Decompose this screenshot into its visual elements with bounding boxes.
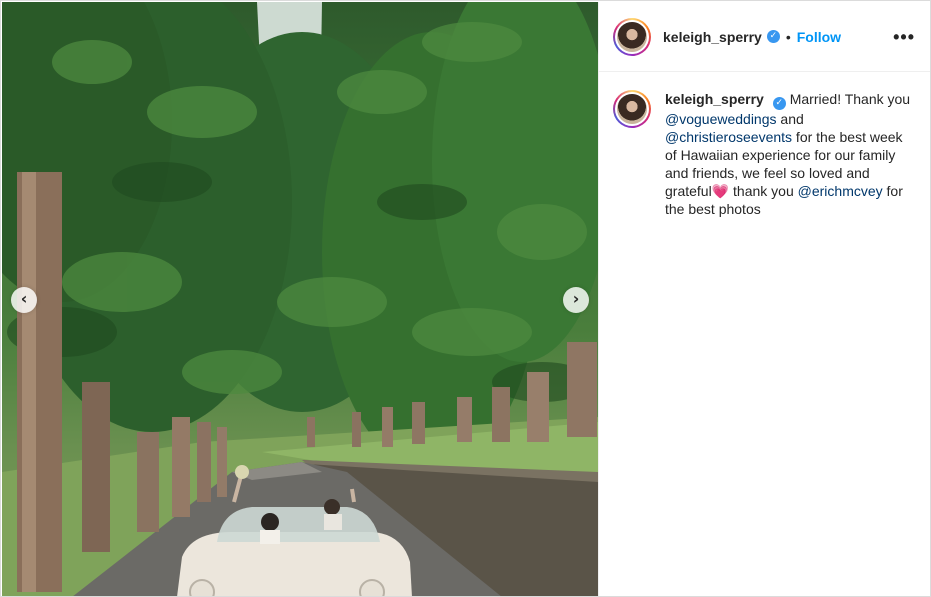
heart-emoji-icon: 💗 xyxy=(711,183,730,199)
post-sidebar: keleigh_sperry ✓ • Follow ••• keleigh_sp… xyxy=(598,2,930,596)
header-user-row: keleigh_sperry ✓ • Follow xyxy=(663,29,893,45)
separator-dot: • xyxy=(785,28,791,45)
more-options-icon[interactable]: ••• xyxy=(893,28,915,46)
mention-voguewedings[interactable]: @vogueweddings xyxy=(665,111,777,127)
caption-username[interactable]: keleigh_sperry xyxy=(665,91,764,107)
post-header: keleigh_sperry ✓ • Follow ••• xyxy=(599,2,930,72)
instagram-post-frame: ‹ › keleigh_sperry ✓ • Follow ••• keleig… xyxy=(0,0,931,597)
mention-erichmcvey[interactable]: @erichmcvey xyxy=(798,183,883,199)
avatar[interactable] xyxy=(613,17,651,56)
follow-button[interactable]: Follow xyxy=(797,29,841,45)
chevron-right-icon: › xyxy=(572,289,580,308)
verified-badge-icon: ✓ xyxy=(766,30,780,43)
avatar-image xyxy=(617,21,647,52)
post-caption: keleigh_sperry ✓ Married! Thank you @vogu… xyxy=(599,72,930,218)
carousel-next-button[interactable]: › xyxy=(563,287,589,313)
caption-avatar-image xyxy=(617,94,647,124)
mention-christieroseevents[interactable]: @christieroseevents xyxy=(665,129,792,145)
post-photo[interactable]: ‹ › xyxy=(2,2,598,596)
caption-avatar[interactable] xyxy=(613,90,651,128)
chevron-left-icon: ‹ xyxy=(20,289,28,308)
caption-text-1: Married! Thank you xyxy=(789,91,911,107)
caption-text-2: and xyxy=(776,111,804,127)
carousel-prev-button[interactable]: ‹ xyxy=(11,287,37,313)
header-username[interactable]: keleigh_sperry xyxy=(663,29,762,45)
caption-text-4: thank you xyxy=(729,183,798,199)
caption-text: keleigh_sperry ✓ Married! Thank you @vogu… xyxy=(665,90,915,218)
wedding-photo-illustration xyxy=(2,2,598,596)
caption-verified-badge-icon: ✓ xyxy=(772,97,786,110)
